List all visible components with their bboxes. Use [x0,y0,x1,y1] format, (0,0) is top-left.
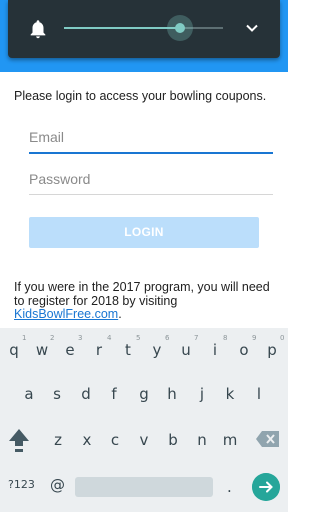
key-j[interactable]: j [192,385,212,403]
key-m[interactable]: m [220,431,240,449]
password-field-wrapper [29,168,273,195]
key-n[interactable]: n [192,431,212,449]
key-u[interactable]: u [176,341,196,359]
go-arrow-icon[interactable] [252,473,280,501]
registration-note-end: . [118,307,122,321]
login-form: Please login to access your bowling coup… [0,72,288,327]
key-hint-6: 6 [165,334,170,342]
period-key[interactable]: . [227,478,232,496]
volume-slider-thumb[interactable] [175,23,186,33]
key-h[interactable]: h [162,385,182,403]
key-g[interactable]: g [134,385,154,403]
key-r[interactable]: r [89,341,109,359]
kidsbowlfree-link[interactable]: KidsBowlFree.com [14,307,118,321]
email-field[interactable] [29,126,273,148]
registration-note: If you were in the 2017 program, you wil… [14,280,279,322]
key-w[interactable]: w [32,341,52,359]
bell-icon[interactable] [27,17,49,41]
backspace-icon[interactable] [256,430,280,448]
key-s[interactable]: s [47,385,67,403]
key-b[interactable]: b [163,431,183,449]
key-hint-8: 8 [223,334,228,342]
key-f[interactable]: f [104,385,124,403]
key-hint-9: 9 [252,334,257,342]
volume-slider-fill [64,27,181,29]
volume-panel [8,0,280,58]
email-field-wrapper [29,126,273,154]
symbols-key[interactable]: ?123 [8,478,35,491]
on-screen-keyboard: ?123 @ . q1w2e3r4t5y6u7i8o9p0 asdfghjkl zx… [0,328,288,512]
login-button[interactable]: LOGIN [29,217,259,248]
key-t[interactable]: t [118,341,138,359]
key-hint-4: 4 [107,334,112,342]
key-c[interactable]: c [105,431,125,449]
registration-note-text: If you were in the 2017 program, you wil… [14,280,270,308]
chevron-down-icon[interactable] [244,20,260,36]
volume-slider[interactable] [64,15,223,41]
key-q[interactable]: q [4,341,24,359]
key-k[interactable]: k [220,385,240,403]
key-d[interactable]: d [76,385,96,403]
key-hint-7: 7 [194,334,199,342]
shift-icon[interactable] [8,428,30,454]
login-intro-text: Please login to access your bowling coup… [14,89,267,103]
at-key[interactable]: @ [50,476,65,494]
key-x[interactable]: x [77,431,97,449]
password-field[interactable] [29,168,273,190]
key-hint-2: 2 [50,334,55,342]
key-hint-3: 3 [78,334,83,342]
key-hint-5: 5 [136,334,141,342]
key-l[interactable]: l [249,385,269,403]
key-o[interactable]: o [234,341,254,359]
key-v[interactable]: v [134,431,154,449]
key-p[interactable]: p [262,341,282,359]
key-i[interactable]: i [205,341,225,359]
key-hint-1: 1 [22,334,27,342]
key-y[interactable]: y [147,341,167,359]
key-z[interactable]: z [48,431,68,449]
key-e[interactable]: e [60,341,80,359]
space-bar[interactable] [75,477,213,497]
key-hint-0: 0 [280,334,285,342]
key-a[interactable]: a [19,385,39,403]
